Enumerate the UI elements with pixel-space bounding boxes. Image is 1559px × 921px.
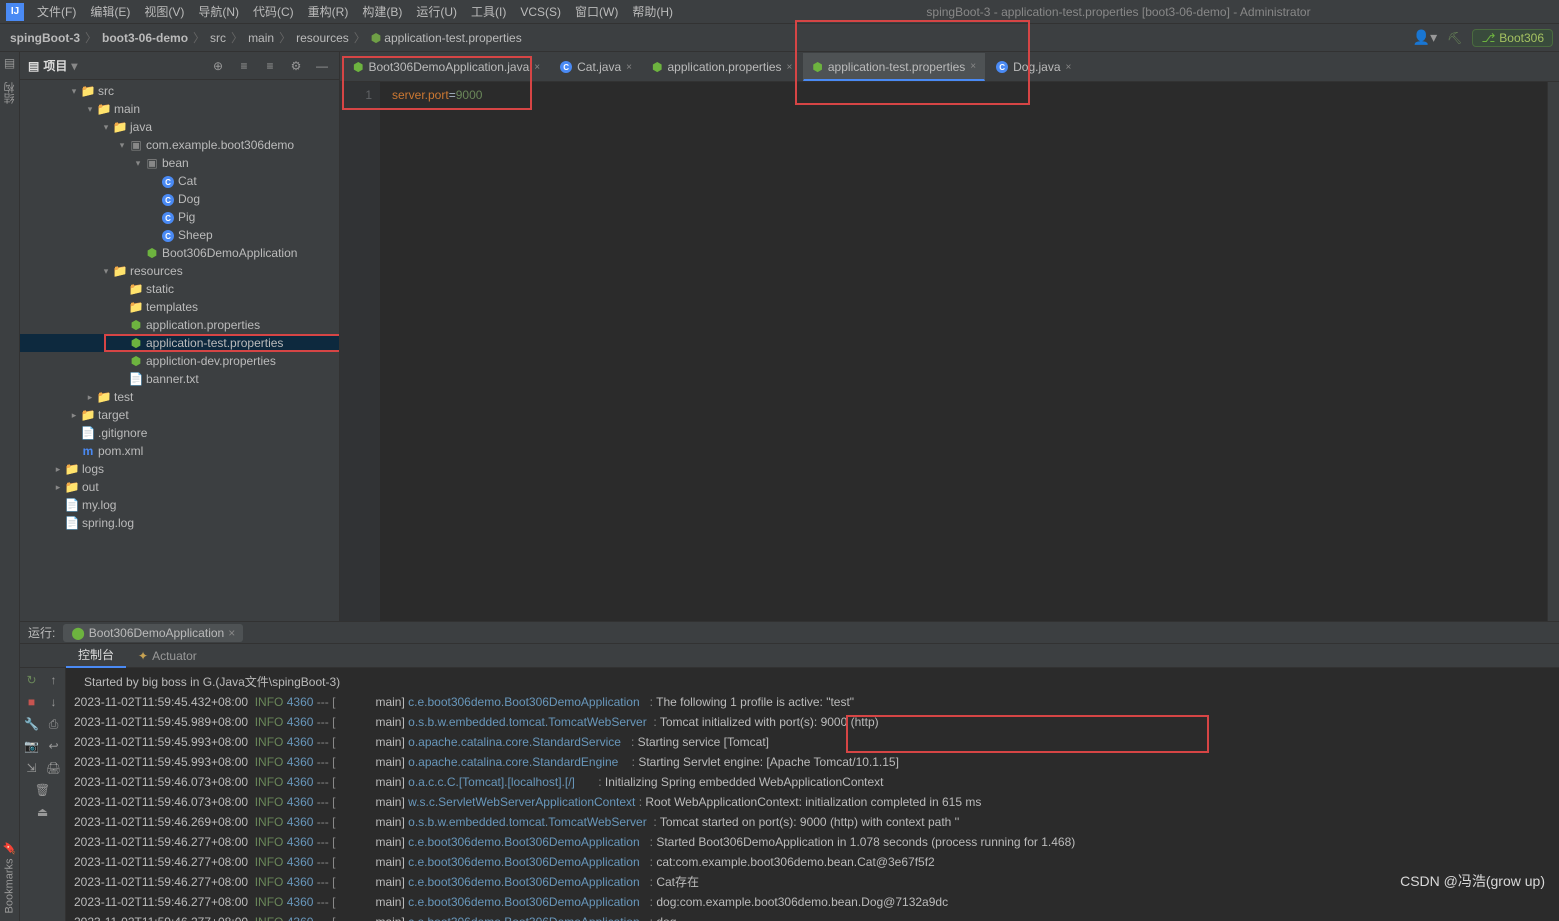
tree-row[interactable]: ▸📁logs — [20, 460, 339, 478]
console-output[interactable]: Started by big boss in G.(Java文件\spingBo… — [66, 668, 1559, 921]
tree-row[interactable]: mpom.xml — [20, 442, 339, 460]
settings-icon[interactable]: ⚙ — [287, 59, 305, 73]
breadcrumb-item[interactable]: boot3-06-demo — [98, 31, 192, 45]
close-icon[interactable]: × — [970, 61, 976, 72]
run-config-chip[interactable]: ⬤Boot306DemoApplication × — [63, 624, 243, 642]
tree-row[interactable]: ▸📁test — [20, 388, 339, 406]
tree-row[interactable]: 📄.gitignore — [20, 424, 339, 442]
tree-row[interactable]: 📄banner.txt — [20, 370, 339, 388]
wrench-icon[interactable]: 🔧 — [24, 716, 40, 732]
left-tool-gutter: ▤ 结构 Bookmarks🔖 — [0, 52, 20, 921]
collapse-all-icon[interactable]: ≡ — [261, 59, 279, 73]
tree-row[interactable]: ▾📁resources — [20, 262, 339, 280]
tree-row[interactable]: ▾📁src — [20, 82, 339, 100]
tree-row[interactable]: 📁static — [20, 280, 339, 298]
rerun-icon[interactable]: ↻ — [24, 672, 40, 688]
editor-tab[interactable]: ⬢Boot306DemoApplication.java× — [344, 53, 549, 81]
run-tabs: 控制台✦Actuator — [20, 644, 1559, 668]
up-icon[interactable]: ↑ — [46, 672, 62, 688]
run-panel: 运行: ⬤Boot306DemoApplication × 控制台✦Actuat… — [20, 621, 1559, 921]
menu-item[interactable]: 导航(N) — [191, 0, 246, 24]
gc-icon[interactable]: 🗑 — [35, 782, 51, 798]
menu-item[interactable]: 重构(R) — [301, 0, 356, 24]
tree-row[interactable]: CDog — [20, 190, 339, 208]
menu-item[interactable]: 视图(V) — [137, 0, 191, 24]
tree-row[interactable]: 📁templates — [20, 298, 339, 316]
tree-row[interactable]: CSheep — [20, 226, 339, 244]
breadcrumb-item[interactable]: main — [244, 31, 278, 45]
user-icon[interactable]: 👤▾ — [1413, 29, 1437, 46]
tree-row[interactable]: 📄spring.log — [20, 514, 339, 532]
menu-bar: IJ 文件(F)编辑(E)视图(V)导航(N)代码(C)重构(R)构建(B)运行… — [0, 0, 1559, 24]
down-icon[interactable]: ↓ — [46, 694, 62, 710]
exit-icon[interactable]: ⏏ — [35, 804, 51, 820]
tree-row[interactable]: ▾📁java — [20, 118, 339, 136]
project-panel-title: ▤ 项目 ▾ — [28, 57, 201, 74]
close-icon[interactable]: × — [626, 62, 632, 73]
tree-row[interactable]: 📄my.log — [20, 496, 339, 514]
stop-icon[interactable]: ■ — [24, 694, 40, 710]
window-title: spingBoot-3 - application-test.propertie… — [680, 5, 1557, 19]
breadcrumb-item[interactable]: resources — [292, 31, 353, 45]
camera-icon[interactable]: 📷 — [24, 738, 40, 754]
close-icon[interactable]: × — [534, 62, 540, 73]
editor-tab[interactable]: ⬢application.properties× — [643, 53, 801, 81]
editor-tab[interactable]: ⬢application-test.properties× — [803, 53, 985, 81]
export-icon[interactable]: ⇲ — [24, 760, 40, 776]
filter-icon[interactable]: ⎙ — [46, 716, 62, 732]
tree-row[interactable]: ⬢Boot306DemoApplication — [20, 244, 339, 262]
breadcrumb-item[interactable]: src — [206, 31, 230, 45]
menu-item[interactable]: 文件(F) — [30, 0, 83, 24]
breadcrumb: spingBoot-3〉boot3-06-demo〉src〉main〉resou… — [0, 24, 1559, 52]
breadcrumb-item[interactable]: spingBoot-3 — [6, 31, 84, 45]
editor-tab[interactable]: CCat.java× — [551, 53, 641, 81]
run-tab[interactable]: 控制台 — [66, 644, 126, 668]
structure-tool-label[interactable]: 结构 — [2, 82, 18, 104]
expand-all-icon[interactable]: ≡ — [235, 59, 253, 73]
run-toolbar: ↻ ↑ ■ ↓ 🔧 ⎙ 📷 ↩ ⇲ 🖨 🗑 ⏏ — [20, 668, 66, 921]
run-label: 运行: — [28, 624, 55, 641]
menu-item[interactable]: 代码(C) — [246, 0, 301, 24]
git-branch-pill[interactable]: ⎇Boot306 — [1472, 29, 1553, 47]
tree-row[interactable]: ▾📁main — [20, 100, 339, 118]
tree-row[interactable]: ▾▣com.example.boot306demo — [20, 136, 339, 154]
ij-logo-icon: IJ — [6, 3, 24, 21]
tree-row[interactable]: ⬢application-test.properties — [20, 334, 339, 352]
tree-row[interactable]: ⬢appliction-dev.properties — [20, 352, 339, 370]
tree-row[interactable]: ▸📁out — [20, 478, 339, 496]
run-tab[interactable]: ✦Actuator — [126, 644, 209, 668]
tree-row[interactable]: CPig — [20, 208, 339, 226]
select-opened-file-icon[interactable]: ⊕ — [209, 59, 227, 73]
editor-tabs: ⬢Boot306DemoApplication.java×CCat.java×⬢… — [340, 52, 1559, 82]
menu-item[interactable]: VCS(S) — [513, 0, 568, 24]
hide-icon[interactable]: — — [313, 59, 331, 73]
menu-item[interactable]: 帮助(H) — [625, 0, 680, 24]
bookmarks-tool-label[interactable]: Bookmarks🔖 — [3, 841, 16, 913]
menu-item[interactable]: 编辑(E) — [83, 0, 137, 24]
menu-item[interactable]: 运行(U) — [409, 0, 464, 24]
menu-item[interactable]: 工具(I) — [464, 0, 513, 24]
close-icon[interactable]: × — [787, 62, 793, 73]
build-icon[interactable]: ⛏ — [1447, 31, 1462, 45]
breadcrumb-item[interactable]: ⬢application-test.properties — [367, 31, 526, 45]
wrap-icon[interactable]: ↩ — [46, 738, 62, 754]
menu-item[interactable]: 构建(B) — [355, 0, 409, 24]
tree-row[interactable]: ⬢application.properties — [20, 316, 339, 334]
tree-row[interactable]: ▸📁target — [20, 406, 339, 424]
watermark: CSDN @冯浩(grow up) — [1400, 871, 1545, 891]
tree-row[interactable]: CCat — [20, 172, 339, 190]
project-tool-icon[interactable]: ▤ — [4, 56, 15, 70]
editor-tab[interactable]: CDog.java× — [987, 53, 1080, 81]
print-icon[interactable]: 🖨 — [46, 760, 62, 776]
tree-row[interactable]: ▾▣bean — [20, 154, 339, 172]
menu-item[interactable]: 窗口(W) — [568, 0, 625, 24]
close-icon[interactable]: × — [1066, 62, 1072, 73]
